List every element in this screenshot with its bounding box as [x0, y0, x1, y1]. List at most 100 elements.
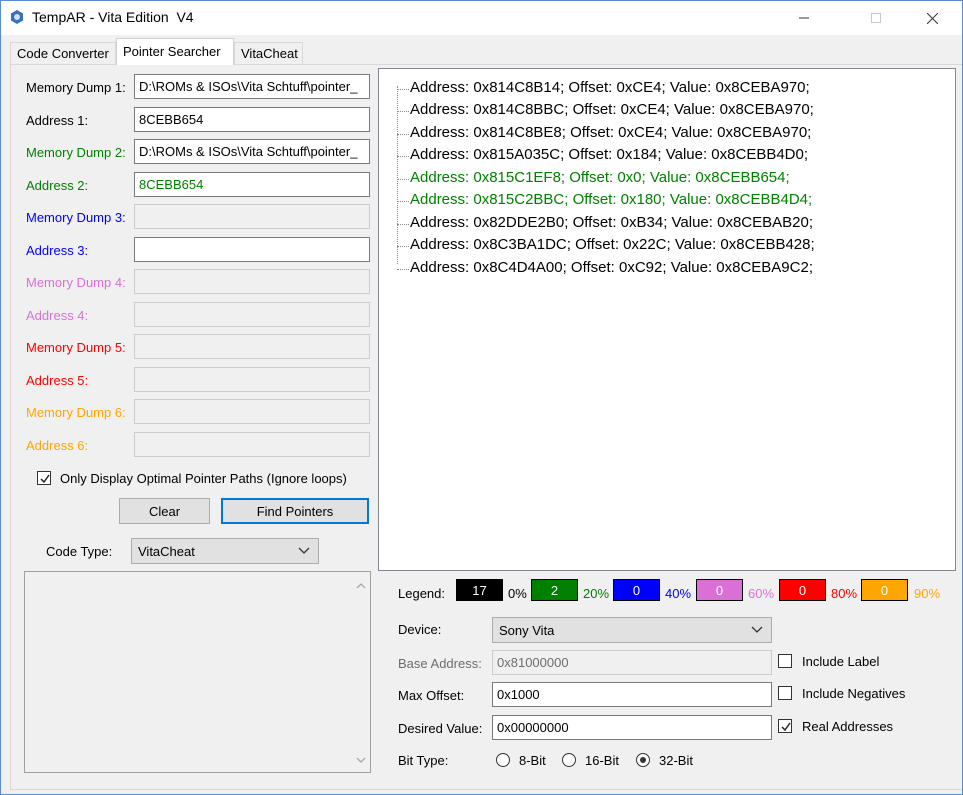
- result-row[interactable]: Address: 0x815C1EF8; Offset: 0x0; Value:…: [379, 168, 879, 190]
- legend-label: Legend:: [398, 586, 445, 601]
- minimize-button[interactable]: [781, 1, 827, 35]
- base-address-label: Base Address:: [398, 656, 482, 671]
- base-address-field[interactable]: 0x81000000: [492, 650, 772, 675]
- scroll-down-icon: [356, 757, 366, 763]
- result-row[interactable]: Address: 0x814C8BE8; Offset: 0xCE4; Valu…: [379, 123, 879, 145]
- include-label-checkbox[interactable]: [778, 654, 792, 668]
- legend-swatch-90: 0: [861, 579, 908, 601]
- max-offset-field[interactable]: 0x1000: [492, 682, 772, 707]
- legend-pct-80: 80%: [831, 586, 858, 601]
- legend-pct-60: 60%: [748, 586, 775, 601]
- address-3-label: Address 3:: [26, 243, 89, 258]
- bit-16-radio[interactable]: [562, 753, 576, 767]
- result-text: Address: 0x815C1EF8; Offset: 0x0; Value:…: [410, 169, 790, 186]
- include-label-text: Include Label: [802, 654, 880, 669]
- address-5-label: Address 5:: [26, 373, 89, 388]
- device-label: Device:: [398, 622, 442, 637]
- title-bar[interactable]: TempAR - Vita Edition V4: [1, 1, 962, 35]
- real-addresses-checkbox[interactable]: [778, 719, 792, 733]
- result-text: Address: 0x82DDE2B0; Offset: 0xB34; Valu…: [410, 214, 814, 231]
- optimal-paths-checkbox[interactable]: [37, 471, 51, 485]
- window-title: TempAR - Vita Edition V4: [32, 9, 194, 25]
- memory-dump-5-field[interactable]: [134, 334, 370, 359]
- memory-dump-2-label: Memory Dump 2:: [26, 145, 126, 160]
- maximize-button[interactable]: [853, 1, 899, 35]
- memory-dump-6-field[interactable]: [134, 399, 370, 424]
- tab-code-converter[interactable]: Code Converter: [10, 42, 116, 64]
- legend-pct-20: 20%: [583, 586, 610, 601]
- device-select[interactable]: Sony Vita: [492, 617, 772, 643]
- memory-dump-3-field[interactable]: [134, 204, 370, 229]
- address-6-label: Address 6:: [26, 438, 89, 453]
- include-negatives-checkbox[interactable]: [778, 686, 792, 700]
- result-text: Address: 0x815A035C; Offset: 0x184; Valu…: [410, 146, 809, 163]
- memory-dump-2-field[interactable]: D:\ROMs & ISOs\Vita Schtuff\pointer_: [134, 139, 370, 164]
- check-icon: [781, 722, 791, 732]
- memory-dump-4-field[interactable]: [134, 269, 370, 294]
- result-row[interactable]: Address: 0x82DDE2B0; Offset: 0xB34; Valu…: [379, 213, 879, 235]
- address-1-label: Address 1:: [26, 113, 89, 128]
- address-2-field[interactable]: 8CEBB654: [134, 172, 370, 197]
- address-3-field[interactable]: [134, 237, 370, 262]
- result-row[interactable]: Address: 0x814C8BBC; Offset: 0xCE4; Valu…: [379, 100, 879, 122]
- bit-32-radio[interactable]: [636, 753, 650, 767]
- memory-dump-3-label: Memory Dump 3:: [26, 210, 126, 225]
- bit-8-label: 8-Bit: [519, 753, 546, 768]
- find-pointers-button[interactable]: Find Pointers: [221, 498, 369, 524]
- memory-dump-1-label: Memory Dump 1:: [26, 80, 126, 95]
- chevron-down-icon: [751, 626, 763, 633]
- legend-pct-40: 40%: [665, 586, 692, 601]
- legend-swatch-60: 0: [696, 579, 743, 601]
- result-row[interactable]: Address: 0x814C8B14; Offset: 0xCE4; Valu…: [379, 78, 879, 100]
- tab-vitacheat[interactable]: VitaCheat: [234, 42, 303, 64]
- max-offset-label: Max Offset:: [398, 688, 465, 703]
- result-text: Address: 0x815C2BBC; Offset: 0x180; Valu…: [410, 191, 813, 208]
- legend-pct-0: 0%: [508, 586, 527, 601]
- result-row[interactable]: Address: 0x815C2BBC; Offset: 0x180; Valu…: [379, 190, 879, 212]
- address-2-label: Address 2:: [26, 178, 89, 193]
- legend-swatch-20: 2: [531, 579, 578, 601]
- tab-pointer-searcher[interactable]: Pointer Searcher: [116, 38, 234, 65]
- close-button[interactable]: [909, 1, 955, 35]
- app-window: TempAR - Vita Edition V4 Code Converter …: [0, 0, 963, 795]
- app-icon: [11, 10, 23, 24]
- code-type-label: Code Type:: [46, 544, 113, 559]
- address-6-field[interactable]: [134, 432, 370, 457]
- scroll-up-icon: [356, 583, 366, 589]
- address-5-field[interactable]: [134, 367, 370, 392]
- code-type-value: VitaCheat: [138, 544, 195, 559]
- device-value: Sony Vita: [499, 623, 555, 638]
- bit-8-radio[interactable]: [496, 753, 510, 767]
- clear-button[interactable]: Clear: [119, 498, 210, 524]
- desired-value-label: Desired Value:: [398, 721, 483, 736]
- check-icon: [40, 474, 50, 484]
- bit-32-label: 32-Bit: [659, 753, 693, 768]
- results-tree[interactable]: Address: 0x814C8B14; Offset: 0xCE4; Valu…: [378, 68, 956, 571]
- bit-16-label: 16-Bit: [585, 753, 619, 768]
- address-1-field[interactable]: 8CEBB654: [134, 107, 370, 132]
- optimal-paths-label: Only Display Optimal Pointer Paths (Igno…: [60, 471, 347, 486]
- memory-dump-6-label: Memory Dump 6:: [26, 405, 126, 420]
- desired-value-field[interactable]: 0x00000000: [492, 715, 772, 740]
- legend-swatch-0: 17: [456, 579, 503, 601]
- code-output-textarea[interactable]: [24, 571, 371, 773]
- result-text: Address: 0x814C8B14; Offset: 0xCE4; Valu…: [410, 79, 810, 96]
- memory-dump-4-label: Memory Dump 4:: [26, 275, 126, 290]
- result-text: Address: 0x814C8BBC; Offset: 0xCE4; Valu…: [410, 101, 814, 118]
- memory-dump-1-field[interactable]: D:\ROMs & ISOs\Vita Schtuff\pointer_: [134, 74, 370, 99]
- code-output-scrollbar[interactable]: [353, 572, 370, 772]
- close-icon: [926, 12, 938, 24]
- result-row[interactable]: Address: 0x815A035C; Offset: 0x184; Valu…: [379, 145, 879, 167]
- address-4-field[interactable]: [134, 302, 370, 327]
- radio-dot: [640, 757, 646, 763]
- result-text: Address: 0x8C4D4A00; Offset: 0xC92; Valu…: [410, 259, 813, 276]
- result-text: Address: 0x814C8BE8; Offset: 0xCE4; Valu…: [410, 124, 812, 141]
- result-row[interactable]: Address: 0x8C4D4A00; Offset: 0xC92; Valu…: [379, 258, 879, 280]
- code-type-select[interactable]: VitaCheat: [131, 538, 319, 564]
- legend-swatch-40: 0: [613, 579, 660, 601]
- result-row[interactable]: Address: 0x8C3BA1DC; Offset: 0x22C; Valu…: [379, 235, 879, 257]
- real-addresses-text: Real Addresses: [802, 719, 894, 734]
- legend-pct-90: 90%: [914, 586, 941, 601]
- bit-type-label: Bit Type:: [398, 753, 449, 768]
- address-4-label: Address 4:: [26, 308, 89, 323]
